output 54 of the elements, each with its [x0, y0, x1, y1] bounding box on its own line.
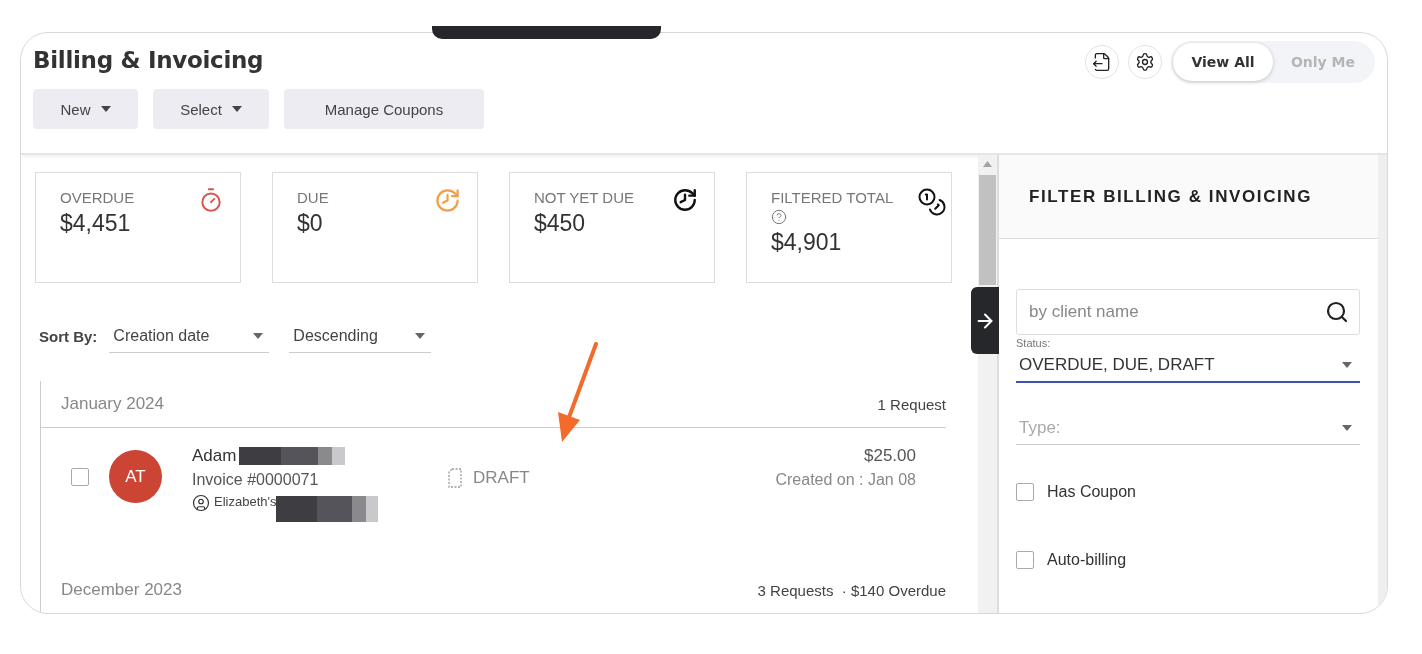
- group-summary: 3 Requests · $140 Overdue: [757, 581, 946, 599]
- caret-icon: [253, 332, 264, 339]
- invoice-amount: $25.00: [864, 446, 916, 466]
- file-export-icon: [1092, 52, 1112, 72]
- sort-label: Sort By:: [39, 327, 98, 345]
- sort-select[interactable]: Creation date: [109, 319, 270, 353]
- stat-value: $0: [297, 210, 324, 237]
- checkbox-label: Auto-billing: [1047, 551, 1127, 569]
- stopwatch-icon: [198, 187, 224, 213]
- caret-icon: [415, 332, 426, 339]
- checkbox-label: Has Coupon: [1047, 483, 1136, 501]
- month-heading: January 2024: [61, 394, 165, 414]
- filter-title: FILTER BILLING & INVOICING: [1029, 186, 1313, 207]
- stat-value: $450: [534, 210, 587, 237]
- client-label: Elizabeth's: [214, 494, 277, 509]
- client-name: Adam: [192, 446, 237, 466]
- search-icon[interactable]: [1325, 300, 1349, 324]
- caret-icon: [1342, 362, 1352, 368]
- toggle-option[interactable]: View All: [1173, 43, 1273, 81]
- coins-icon: [917, 187, 947, 217]
- stat-label: FILTERED TOTAL: [771, 189, 895, 206]
- settings-button[interactable]: [1128, 45, 1162, 79]
- dropdown-button[interactable]: Select: [153, 89, 269, 129]
- invoice-row[interactable]: AT Adam Invoice #0000071 Elizabeth's DRAFT $25.00 Created on : Jan 08: [41, 427, 946, 561]
- invoice-status: DRAFT: [473, 468, 530, 488]
- row-checkbox[interactable]: [71, 468, 89, 486]
- stat-label: DUE: [297, 189, 330, 206]
- action-button[interactable]: Manage Coupons: [284, 89, 484, 129]
- draft-icon: [447, 468, 463, 488]
- month-heading: December 2023: [61, 580, 182, 600]
- export-button[interactable]: [1085, 45, 1119, 79]
- stat-value: $4,901: [771, 229, 843, 256]
- status-select[interactable]: OVERDUE, DUE, DRAFT: [1016, 349, 1360, 383]
- scroll-thumb[interactable]: [979, 175, 996, 285]
- client-avatar: AT: [109, 450, 162, 503]
- settings-icon: [1135, 52, 1155, 72]
- collapse-tab[interactable]: [971, 287, 999, 354]
- stat-label: OVERDUE: [60, 189, 136, 206]
- checkbox[interactable]: [1016, 483, 1034, 501]
- clock-icon: [434, 187, 461, 214]
- search-box[interactable]: by client name: [1016, 289, 1360, 335]
- dropdown-button[interactable]: New: [33, 89, 138, 129]
- user-icon: [192, 494, 210, 512]
- caret-icon: [1342, 424, 1352, 431]
- page-title: Billing & Invoicing: [33, 47, 265, 73]
- stat-value: $4,451: [60, 210, 132, 237]
- checkbox[interactable]: [1016, 551, 1034, 569]
- sort-select[interactable]: Descending: [289, 319, 432, 353]
- clock-icon: [672, 187, 698, 213]
- created-date: Created on : Jan 08: [775, 471, 916, 489]
- group-summary: 1 Request: [877, 395, 946, 413]
- stat-label: NOT YET DUE: [534, 189, 636, 206]
- invoice-number: Invoice #0000071: [192, 471, 320, 489]
- field-label: Status:: [1016, 337, 1052, 349]
